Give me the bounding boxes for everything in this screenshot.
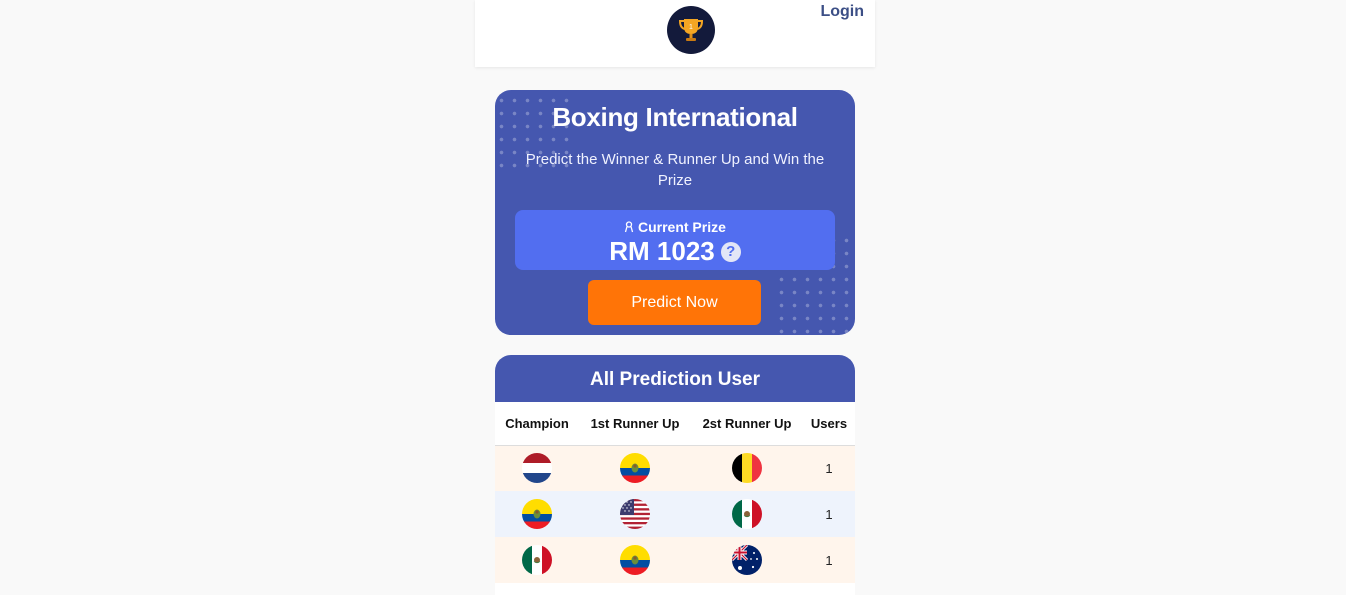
ribbon-icon <box>624 219 638 235</box>
question-circle-icon[interactable]: ? <box>720 242 741 262</box>
table-row: 1 <box>495 491 855 537</box>
predict-now-button[interactable]: Predict Now <box>588 280 761 325</box>
runner-up-2-cell <box>691 491 803 537</box>
column-header-champion: Champion <box>495 402 579 446</box>
mexico-flag-icon <box>732 499 762 529</box>
table-row: 1 <box>495 445 855 491</box>
usa-flag-icon <box>620 499 650 529</box>
prediction-users-card: All Prediction User Champion 1st Runner … <box>495 355 855 595</box>
runner-up-1-cell <box>579 445 691 491</box>
table-header-row: Champion 1st Runner Up 2st Runner Up Use… <box>495 402 855 446</box>
svg-text:1: 1 <box>689 24 693 31</box>
runner-up-2-cell <box>691 445 803 491</box>
champion-cell <box>495 491 579 537</box>
mexico-flag-icon <box>522 545 552 575</box>
login-link[interactable]: Login <box>820 3 864 21</box>
current-prize-box: Current Prize RM 1023? <box>515 210 835 270</box>
top-bar: 1 Login <box>475 0 875 67</box>
users-count: 1 <box>803 445 855 491</box>
competition-banner: Boxing International Predict the Winner … <box>495 90 855 335</box>
prize-label: Current Prize <box>637 219 726 235</box>
predictions-table: Champion 1st Runner Up 2st Runner Up Use… <box>495 402 855 583</box>
trophy-icon[interactable]: 1 <box>667 6 715 54</box>
column-header-1st-runner-up: 1st Runner Up <box>579 402 691 446</box>
users-count: 1 <box>803 491 855 537</box>
prize-label-row: Current Prize <box>515 219 835 235</box>
users-count: 1 <box>803 537 855 583</box>
column-header-2st-runner-up: 2st Runner Up <box>691 402 803 446</box>
runner-up-1-cell <box>579 491 691 537</box>
prize-amount: RM 1023 <box>609 236 715 266</box>
ecuador-flag-icon <box>620 545 650 575</box>
ecuador-flag-icon <box>620 453 650 483</box>
competition-subtitle: Predict the Winner & Runner Up and Win t… <box>525 151 825 189</box>
table-row: 1 <box>495 537 855 583</box>
australia-flag-icon <box>732 545 762 575</box>
ecuador-flag-icon <box>522 499 552 529</box>
belgium-flag-icon <box>732 453 762 483</box>
champion-cell <box>495 445 579 491</box>
runner-up-2-cell <box>691 537 803 583</box>
runner-up-1-cell <box>579 537 691 583</box>
netherlands-flag-icon <box>522 453 552 483</box>
column-header-users: Users <box>803 402 855 446</box>
champion-cell <box>495 537 579 583</box>
card-title: All Prediction User <box>495 355 855 402</box>
prize-amount-row: RM 1023? <box>515 236 835 267</box>
competition-title: Boxing International <box>552 102 798 132</box>
